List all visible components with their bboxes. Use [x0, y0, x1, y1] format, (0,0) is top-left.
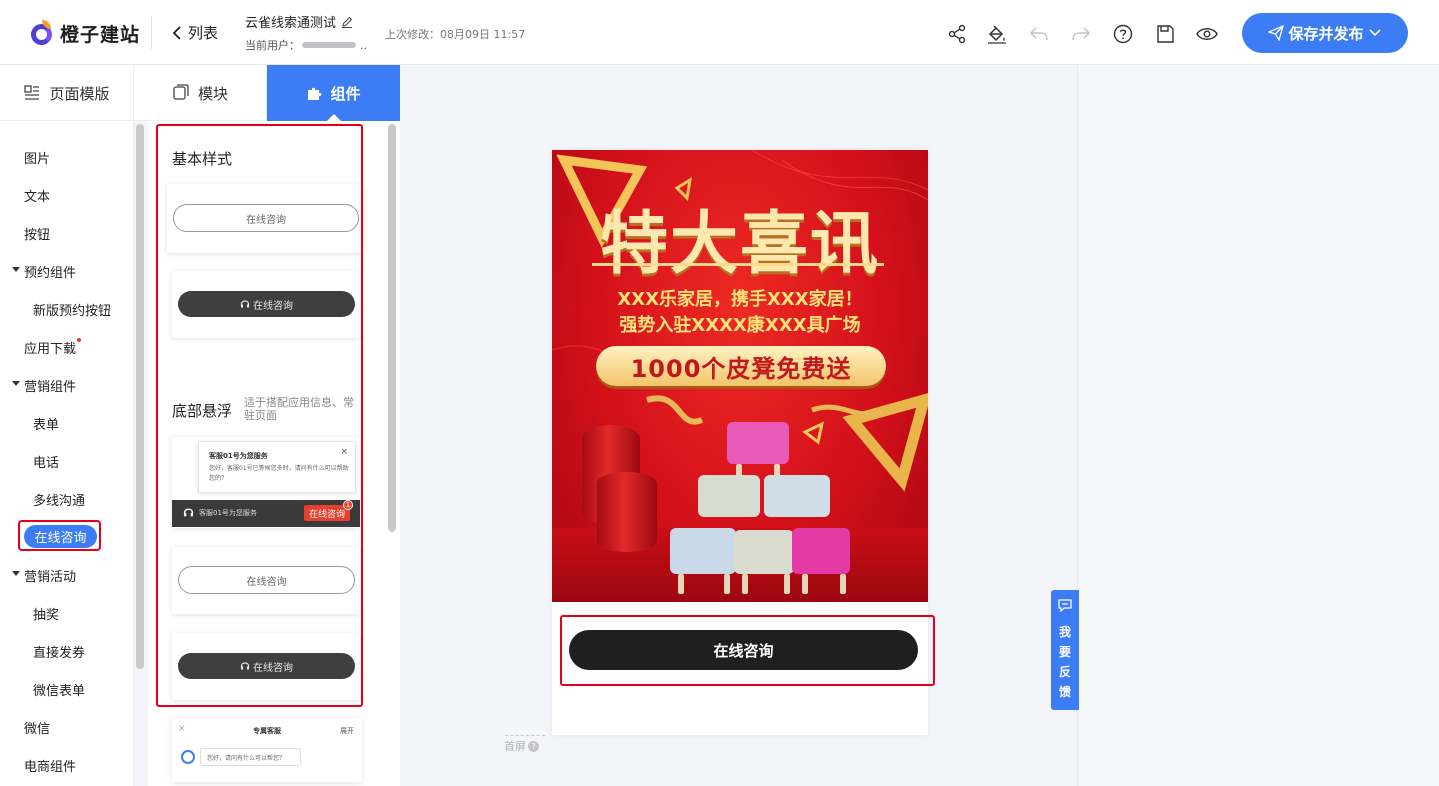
feedback-char: 馈	[1058, 685, 1071, 699]
right-property-panel	[1077, 65, 1439, 786]
puzzle-icon	[308, 87, 322, 100]
stool-grey	[698, 475, 760, 517]
document-title-text: 云雀线索通测试	[245, 16, 337, 31]
component-category-sidebar: 图片 文本 按钮 预约组件 新版预约按钮 应用下载 营销组件 表单 电话 多线沟…	[0, 121, 134, 786]
category-scrollbar[interactable]	[136, 124, 144, 669]
cs-avatar-icon	[181, 750, 195, 764]
redo-icon[interactable]	[1070, 23, 1092, 45]
stool-blue	[764, 475, 830, 517]
chevron-left-icon	[172, 25, 181, 40]
category-lottery[interactable]: 抽奖	[33, 604, 59, 623]
stool-leg	[724, 574, 730, 594]
stool-pink	[792, 528, 850, 574]
brand-name: 橙子建站	[60, 23, 141, 46]
category-marketing-activity[interactable]: 营销活动	[11, 566, 76, 585]
first-screen-label: 首屏	[504, 740, 526, 753]
edit-pencil-icon[interactable]	[341, 16, 353, 28]
category-ecommerce[interactable]: 电商组件	[24, 756, 76, 775]
module-icon	[173, 84, 189, 100]
category-form[interactable]: 表单	[33, 414, 59, 433]
category-marketing-group[interactable]: 营销组件	[11, 376, 76, 395]
paper-plane-icon	[1268, 25, 1285, 41]
banner-headline: 特大喜讯	[599, 204, 880, 284]
category-wechat[interactable]: 微信	[24, 718, 50, 737]
category-image[interactable]: 图片	[24, 148, 50, 167]
document-title[interactable]: 云雀线索通测试	[245, 12, 353, 31]
red-podium	[597, 472, 657, 552]
top-header: 橙子建站 列表 云雀线索通测试 当前用户： .. 上次修改：08月09日 11:…	[0, 0, 1439, 65]
current-user-label: 当前用户：	[245, 39, 300, 52]
feedback-button[interactable]: 我 要 反 馈	[1051, 590, 1079, 710]
category-button[interactable]: 按钮	[24, 224, 50, 243]
feedback-char: 要	[1058, 645, 1071, 659]
back-label: 列表	[188, 24, 219, 42]
category-multi-channel[interactable]: 多线沟通	[33, 490, 85, 509]
tab-label: 页面模版	[49, 84, 110, 103]
cs-message: 您好，请问有什么可以帮您？	[200, 748, 301, 766]
masked-username	[302, 42, 356, 48]
publish-label: 保存并发布	[1288, 24, 1364, 43]
save-disk-icon[interactable]	[1154, 23, 1176, 45]
new-dot-badge	[77, 338, 82, 342]
stool-leg	[802, 574, 808, 594]
stool-light	[670, 528, 736, 574]
feedback-char: 反	[1058, 665, 1071, 679]
share-icon[interactable]	[946, 23, 968, 45]
tab-modules[interactable]: 模块	[133, 65, 266, 121]
category-app-download[interactable]: 应用下载	[24, 338, 82, 357]
undo-icon[interactable]	[1028, 23, 1050, 45]
cs-expand: 展开	[340, 727, 354, 735]
stool-leg	[840, 574, 846, 594]
category-booking-group[interactable]: 预约组件	[11, 262, 76, 281]
highlight-box-cta	[560, 615, 935, 686]
stool-pink	[727, 422, 789, 464]
header-divider	[151, 16, 152, 49]
paint-bucket-icon[interactable]	[986, 23, 1008, 45]
first-screen-help-icon[interactable]: ?	[528, 740, 539, 752]
component-card-customer-service[interactable]: × 专属客服 展开 您好，请问有什么可以帮您？	[172, 718, 362, 782]
back-to-list-button[interactable]: 列表	[172, 22, 218, 43]
component-list-scrollbar[interactable]	[388, 124, 396, 532]
current-user-suffix: ..	[360, 38, 367, 52]
feedback-char: 我	[1058, 625, 1071, 639]
banner-underline	[592, 263, 884, 266]
save-and-publish-button[interactable]: 保存并发布	[1242, 13, 1408, 53]
template-icon	[24, 85, 40, 100]
promo-banner-image[interactable]: 特大喜讯 XXX乐家居，携手XXX家居！ 强势入驻XXXX康XXX具广场 100…	[552, 150, 928, 602]
category-online-consult[interactable]: 在线咨询	[24, 525, 97, 548]
left-panel-tabs: 页面模版 模块 组件	[0, 65, 400, 121]
category-text[interactable]: 文本	[24, 186, 50, 205]
current-user: 当前用户： ..	[245, 37, 367, 53]
category-phone[interactable]: 电话	[33, 452, 59, 471]
tab-components[interactable]: 组件	[266, 65, 400, 121]
last-modified: 上次修改：08月09日 11:57	[385, 28, 526, 41]
category-app-download-label: 应用下载	[24, 342, 77, 357]
cs-title: 专属客服	[253, 727, 281, 735]
help-icon[interactable]	[1112, 23, 1134, 45]
first-screen-marker: 首屏 ?	[504, 738, 539, 754]
highlight-box-components	[156, 124, 363, 707]
banner-line-2: 强势入驻XXXX康XXX具广场	[619, 315, 861, 336]
category-direct-coupon[interactable]: 直接发券	[33, 642, 85, 661]
first-screen-line	[505, 735, 545, 736]
category-booking-new-button[interactable]: 新版预约按钮	[33, 300, 111, 319]
chevron-down-icon[interactable]	[1368, 28, 1382, 38]
preview-eye-icon[interactable]	[1196, 23, 1218, 45]
banner-offer-pill: 1000个皮凳免费送	[596, 346, 886, 386]
stool-leg	[784, 574, 790, 594]
tab-label: 组件	[330, 84, 361, 103]
banner-line-1: XXX乐家居，携手XXX家居！	[617, 289, 863, 310]
feedback-chat-icon	[1058, 599, 1072, 612]
tab-label: 模块	[197, 84, 228, 103]
tab-page-templates[interactable]: 页面模版	[0, 65, 133, 121]
orange-logo-icon	[30, 20, 54, 46]
category-wechat-form[interactable]: 微信表单	[33, 680, 85, 699]
stool-grey	[734, 530, 794, 574]
brand-logo[interactable]: 橙子建站	[30, 18, 140, 48]
stool-leg	[678, 574, 684, 594]
stool-leg	[742, 574, 748, 594]
